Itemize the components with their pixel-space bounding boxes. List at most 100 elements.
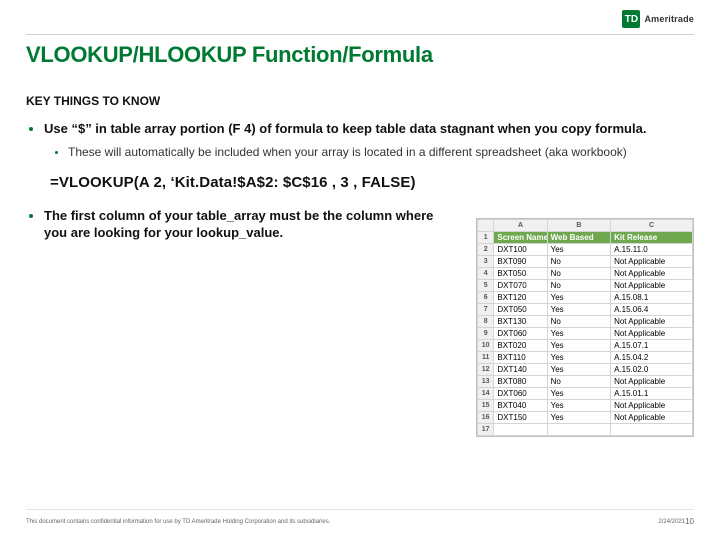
table-row: 16DXT150YesNot Applicable [478, 412, 693, 424]
table-row: 4BXT050NoNot Applicable [478, 268, 693, 280]
row-num: 14 [478, 388, 494, 400]
spreadsheet-table: A B C 1 Screen Name Web Based Kit Releas… [477, 219, 693, 436]
cell-screen-name: BXT090 [494, 256, 547, 268]
row-num: 13 [478, 376, 494, 388]
logo-brand-text: Ameritrade [644, 14, 694, 24]
cell-web-based: No [547, 316, 610, 328]
cell-kit-release: Not Applicable [611, 412, 693, 424]
brand-logo: TD Ameritrade [622, 10, 694, 28]
row-num: 12 [478, 364, 494, 376]
row-num: 8 [478, 316, 494, 328]
logo-mark: TD [622, 10, 640, 28]
table-row: 13BXT080NoNot Applicable [478, 376, 693, 388]
footer-date: 2/24/2021 [658, 519, 685, 525]
row-num: 1 [478, 232, 494, 244]
spreadsheet-preview: A B C 1 Screen Name Web Based Kit Releas… [476, 218, 694, 437]
col-letter-b: B [547, 220, 610, 232]
col-letter-c: C [611, 220, 693, 232]
cell-screen-name: DXT100 [494, 244, 547, 256]
body: Use “$” in table array portion (F 4) of … [26, 120, 694, 242]
cell-web-based: Yes [547, 364, 610, 376]
cell-screen-name: DXT150 [494, 412, 547, 424]
cell-kit-release: A.15.02.0 [611, 364, 693, 376]
section-heading: KEY THINGS TO KNOW [26, 94, 694, 108]
cell-web-based [547, 424, 610, 436]
cell-screen-name: BXT080 [494, 376, 547, 388]
footer: This document contains confidential info… [26, 517, 694, 526]
bullet-text: Use “$” in table array portion (F 4) of … [44, 121, 646, 136]
cell-web-based: No [547, 268, 610, 280]
slide: TD Ameritrade VLOOKUP/HLOOKUP Function/F… [0, 0, 720, 540]
col-letter-row: A B C [478, 220, 693, 232]
cell-kit-release: Not Applicable [611, 376, 693, 388]
cell-kit-release: Not Applicable [611, 256, 693, 268]
cell-screen-name: BXT050 [494, 268, 547, 280]
col-letter-a: A [494, 220, 547, 232]
table-row: 8BXT130NoNot Applicable [478, 316, 693, 328]
table-row: 9DXT060YesNot Applicable [478, 328, 693, 340]
cell-web-based: Yes [547, 412, 610, 424]
table-row: 14DXT060YesA.15.01.1 [478, 388, 693, 400]
row-num: 11 [478, 352, 494, 364]
cell-web-based: Yes [547, 352, 610, 364]
table-row: 5DXT070NoNot Applicable [478, 280, 693, 292]
sub-bullet-workbook-note: These will automatically be included whe… [68, 144, 694, 160]
cell-kit-release [611, 424, 693, 436]
cell-web-based: Yes [547, 304, 610, 316]
cell-kit-release: A.15.08.1 [611, 292, 693, 304]
header-kit-release: Kit Release [611, 232, 693, 244]
table-row: 17 [478, 424, 693, 436]
cell-kit-release: Not Applicable [611, 400, 693, 412]
cell-screen-name: DXT060 [494, 388, 547, 400]
cell-screen-name: BXT110 [494, 352, 547, 364]
cell-kit-release: A.15.11.0 [611, 244, 693, 256]
header-screen-name: Screen Name [494, 232, 547, 244]
row-num: 15 [478, 400, 494, 412]
row-num: 3 [478, 256, 494, 268]
table-row: 15BXT040YesNot Applicable [478, 400, 693, 412]
cell-screen-name: BXT020 [494, 340, 547, 352]
table-row: 7DXT050YesA.15.06.4 [478, 304, 693, 316]
cell-screen-name: BXT040 [494, 400, 547, 412]
row-num: 6 [478, 292, 494, 304]
page-number: 10 [685, 517, 694, 526]
footer-confidential: This document contains confidential info… [26, 519, 638, 525]
cell-kit-release: A.15.04.2 [611, 352, 693, 364]
cell-web-based: Yes [547, 328, 610, 340]
row-num: 2 [478, 244, 494, 256]
cell-screen-name: DXT140 [494, 364, 547, 376]
cell-screen-name: BXT130 [494, 316, 547, 328]
slide-title: VLOOKUP/HLOOKUP Function/Formula [26, 42, 694, 68]
bullet-first-column: The first column of your table_array mus… [44, 207, 446, 242]
cell-screen-name: DXT050 [494, 304, 547, 316]
cell-web-based: No [547, 280, 610, 292]
cell-kit-release: Not Applicable [611, 268, 693, 280]
table-row: 6BXT120YesA.15.08.1 [478, 292, 693, 304]
cell-kit-release: Not Applicable [611, 280, 693, 292]
row-num: 4 [478, 268, 494, 280]
header-row: 1 Screen Name Web Based Kit Release [478, 232, 693, 244]
cell-screen-name: DXT060 [494, 328, 547, 340]
table-row: 10BXT020YesA.15.07.1 [478, 340, 693, 352]
cell-web-based: Yes [547, 340, 610, 352]
cell-web-based: Yes [547, 388, 610, 400]
cell-web-based: Yes [547, 244, 610, 256]
cell-kit-release: A.15.01.1 [611, 388, 693, 400]
table-row: 11BXT110YesA.15.04.2 [478, 352, 693, 364]
cell-kit-release: Not Applicable [611, 328, 693, 340]
row-num: 17 [478, 424, 494, 436]
row-num: 5 [478, 280, 494, 292]
header-web-based: Web Based [547, 232, 610, 244]
cell-web-based: Yes [547, 400, 610, 412]
table-row: 12DXT140YesA.15.02.0 [478, 364, 693, 376]
cell-kit-release: A.15.06.4 [611, 304, 693, 316]
bullet-absolute-ref: Use “$” in table array portion (F 4) of … [44, 120, 694, 160]
divider-bottom [26, 509, 694, 510]
row-num: 7 [478, 304, 494, 316]
row-num: 9 [478, 328, 494, 340]
row-num: 16 [478, 412, 494, 424]
cell-screen-name: DXT070 [494, 280, 547, 292]
corner-cell [478, 220, 494, 232]
cell-kit-release: A.15.07.1 [611, 340, 693, 352]
cell-web-based: No [547, 376, 610, 388]
